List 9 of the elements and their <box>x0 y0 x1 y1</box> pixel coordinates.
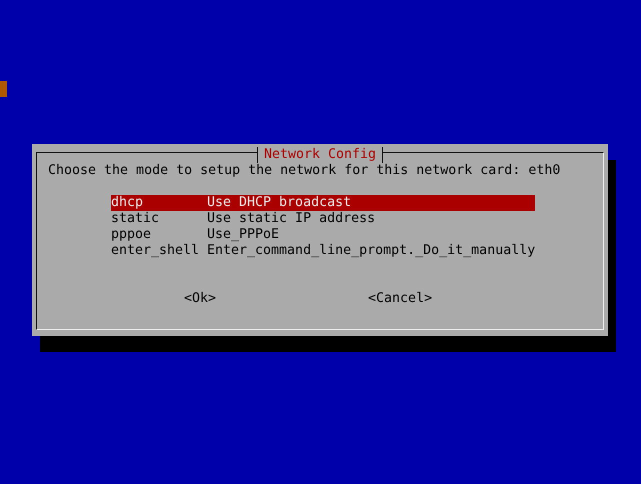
menu-item[interactable]: enter_shell Enter_command_line_prompt._Do_it_manually <box>111 243 535 259</box>
menu-item[interactable]: pppoe Use_PPPoE <box>111 227 535 243</box>
menu-item[interactable]: static Use static IP address <box>111 211 535 227</box>
cursor-block <box>0 81 7 97</box>
dialog-message: Choose the mode to setup the network for this network card: eth0 <box>48 163 560 179</box>
ok-button[interactable]: <Ok> <box>184 291 216 307</box>
cancel-button[interactable]: <Cancel> <box>368 291 432 307</box>
menu-item[interactable]: dhcp Use DHCP broadcast <box>111 195 535 211</box>
dialog-title: Network Config <box>256 147 384 163</box>
